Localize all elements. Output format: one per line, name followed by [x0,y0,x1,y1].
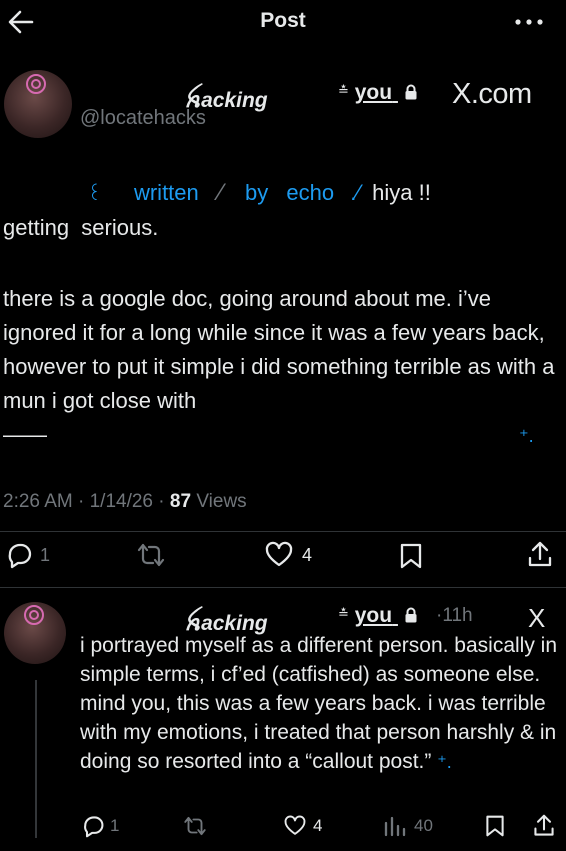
reply-text: i portrayed myself as a different person… [80,631,560,777]
views-chart-icon [384,816,406,837]
reply-time: ·11h [436,605,473,626]
heart-icon [284,815,306,835]
lock-icon [405,607,417,623]
reply-you-lock-label: ≛ you [338,604,418,628]
repost-icon [184,816,206,836]
by-word: by [245,180,269,205]
reply-you-label: you [354,604,393,627]
views-count: 87 [169,491,192,512]
post-date[interactable]: 1/14/26 [90,491,153,512]
site-name: X.com [452,78,532,110]
like-button[interactable]: 4 [264,541,312,569]
share-icon [528,541,552,567]
reply-views-button[interactable]: 40 [382,815,433,837]
reply-avatar[interactable] [4,602,66,664]
reply-icon [84,816,104,838]
views-label: Views [196,491,247,512]
bookmark-icon [400,543,422,569]
intro-line: ꒰ written ⁄ by echo .⁄ hiya !! [3,176,563,212]
heart-icon [265,541,293,567]
top-bar: Post [0,0,566,44]
reply-tail-arrow: ⁺. [437,752,452,772]
ornament-glyph: ꒰ [87,184,102,205]
written-word: written [133,180,199,205]
reply-count: 1 [40,544,51,565]
post-meta: 2:26 AM · 1/14/26 · 87 Views [3,491,247,512]
repost-button[interactable] [135,541,167,569]
share-button[interactable] [526,540,554,570]
like-count: 4 [302,544,313,565]
post-paragraph: there is a google doc, going around abou… [3,282,563,453]
reply-text-body: i portrayed myself as a different person… [80,634,558,773]
reply-icon [8,543,32,569]
reply-reply-button[interactable]: 1 [80,814,119,838]
lock-icon [405,84,417,100]
mark-glyph: .⁄ [350,180,361,205]
bookmark-button[interactable] [398,542,424,570]
reply-bookmark-button[interactable] [484,814,506,838]
slash-glyph: ⁄ [218,179,223,206]
bookmark-icon [486,815,504,837]
author-handle[interactable]: @locatehacks [80,107,206,130]
you-lock-label: ≛ you [338,81,418,105]
x-logo-icon: X [528,603,546,633]
more-options-icon[interactable] [514,18,544,26]
you-label: you [354,81,393,104]
avatar[interactable] [4,70,72,138]
greeting-text: hiya !! [372,180,431,205]
sign-glyph: ≛ [338,83,349,98]
tail-arrow: ⁺. [519,426,534,446]
echo-word: echo [286,180,335,205]
share-icon [534,814,554,836]
reply-button[interactable]: 1 [4,541,50,569]
reply-share-button[interactable] [532,813,556,839]
reply-views-count: 40 [414,816,433,835]
divider [0,587,566,588]
post-time: 2:26 AM [3,491,73,512]
intro-line-2: getting serious. [3,215,159,240]
divider [0,531,566,532]
reply-like-count: 4 [313,816,323,835]
tail-dash: —— [3,422,47,447]
thread-line [35,680,37,838]
post-paragraph-text: there is a google doc, going around abou… [3,286,555,413]
page-title: Post [260,9,306,32]
reply-sign-glyph: ≛ [338,606,349,621]
reply-repost-button[interactable] [182,814,208,838]
reply-time-value: 11h [442,605,473,626]
reply-reply-count: 1 [110,816,120,835]
repost-icon [137,543,165,567]
reply-like-button[interactable]: 4 [283,815,322,837]
